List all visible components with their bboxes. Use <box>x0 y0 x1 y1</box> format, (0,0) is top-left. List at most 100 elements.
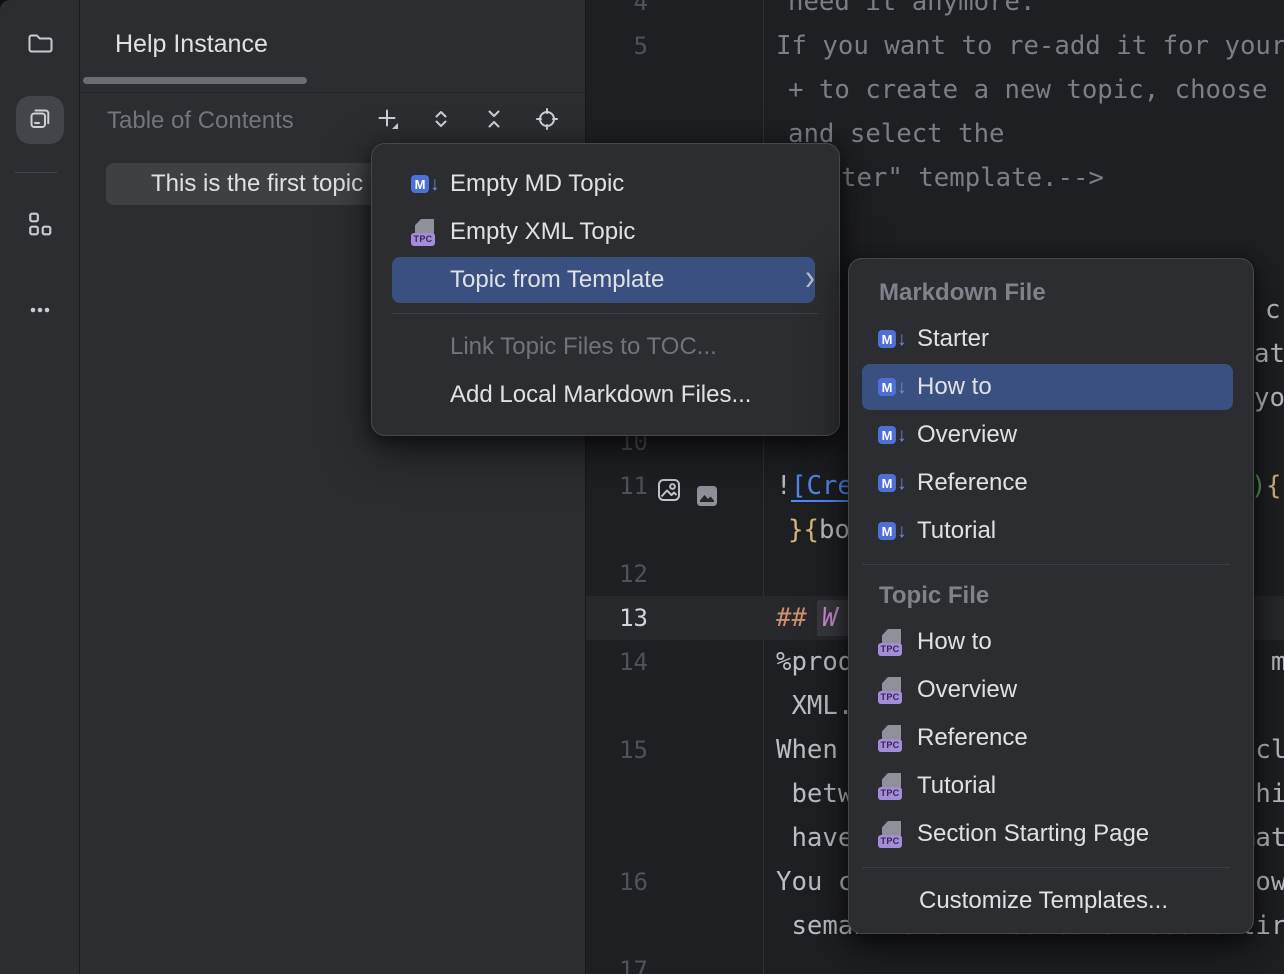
line-number: 16 <box>586 860 648 904</box>
menu-separator <box>392 313 819 314</box>
template-item-markdown-reference[interactable]: M↓ Reference <box>849 459 1253 507</box>
code-text: ter" template.--> <box>841 156 1104 200</box>
template-item-markdown-how-to[interactable]: M↓ How to <box>849 363 1253 411</box>
more-icon <box>26 296 54 329</box>
template-item-markdown-overview[interactable]: M↓ Overview <box>849 411 1253 459</box>
menu-item-label: Empty MD Topic <box>450 170 624 198</box>
menu-item-label: Empty XML Topic <box>450 218 635 246</box>
topic-file-icon: TPC <box>878 677 908 704</box>
markdown-file-icon: M↓ <box>878 330 908 349</box>
template-item-topic-tutorial[interactable]: TPC Tutorial <box>849 762 1253 810</box>
topic-from-template-submenu: Markdown FileM↓StarterM↓How toM↓Overview… <box>848 258 1254 934</box>
menu-item-label: Overview <box>917 676 1017 704</box>
code-text: c <box>1265 288 1280 332</box>
line-number: 12 <box>586 552 648 596</box>
locate-icon <box>535 107 559 136</box>
code-text: If you want to re-add it for your re <box>776 24 1284 68</box>
topic-file-icon: TPC <box>878 725 908 752</box>
toc-item-label: This is the first topic <box>151 163 363 205</box>
line-number: 4 <box>586 0 648 24</box>
menu-item-add-local-markdown-files[interactable]: Add Local Markdown Files... <box>372 371 839 419</box>
template-item-topic-how-to[interactable]: TPC How to <box>849 618 1253 666</box>
code-text: need it anymore. <box>788 0 1035 24</box>
stripe-button-folder[interactable] <box>16 21 64 69</box>
toolbar-button-collapse-all[interactable] <box>482 109 506 133</box>
menu-item-label: Reference <box>917 724 1028 752</box>
code-text: at <box>1254 332 1284 376</box>
line-number: 14 <box>586 640 648 684</box>
expand-all-icon <box>429 107 453 136</box>
markdown-file-icon: M↓ <box>878 474 908 493</box>
menu-item-label: Customize Templates... <box>919 887 1168 915</box>
toc-title: Table of Contents <box>107 107 294 135</box>
editor-wrapped-line: + to create a new topic, choose t <box>586 68 1284 112</box>
stripe-button-copies[interactable] <box>16 96 64 144</box>
copies-icon <box>26 104 54 137</box>
line-number: 11 <box>586 464 648 508</box>
topic-file-icon: TPC <box>878 821 908 848</box>
menu-item-link-topic-files-to-toc[interactable]: Link Topic Files to TOC... <box>372 323 839 371</box>
menu-item-label: Topic from Template <box>450 266 664 294</box>
markdown-file-icon: M↓ <box>878 522 908 541</box>
toolbar-button-locate[interactable] <box>535 109 559 133</box>
markdown-file-icon: M↓ <box>878 378 908 397</box>
markdown-file-icon: M↓ <box>878 426 908 445</box>
menu-item-label: How to <box>917 628 992 656</box>
menu-item-label: Add Local Markdown Files... <box>450 381 751 409</box>
template-item-topic-section-starting-page[interactable]: TPC Section Starting Page <box>849 810 1253 858</box>
template-item-topic-reference[interactable]: TPC Reference <box>849 714 1253 762</box>
menu-section-header-markdown-file: Markdown File <box>849 271 1253 315</box>
new-topic-context-menu: M↓ Empty MD Topic TPC Empty XML Topic Topic … <box>371 143 840 436</box>
toc-tree-item-selected[interactable]: This is the first topic <box>106 163 386 205</box>
folder-icon <box>26 29 54 62</box>
toolbar-button-add[interactable] <box>376 109 400 133</box>
code-text: ## <box>776 596 807 640</box>
stripe-button-more[interactable] <box>16 288 64 336</box>
markdown-file-icon: M↓ <box>411 175 441 194</box>
menu-section-header-topic-file: Topic File <box>849 574 1253 618</box>
line-number: 15 <box>586 728 648 772</box>
code-text: + to create a new topic, choose t <box>788 68 1284 112</box>
menu-item-label: Reference <box>917 469 1028 497</box>
app-window: 4 need it anymore. 5 If you want to re-add … <box>0 0 1284 974</box>
topic-file-icon: TPC <box>411 219 441 246</box>
editor-line-4: 4 need it anymore. <box>586 0 1284 24</box>
code-text: yo <box>1254 376 1284 420</box>
code-text: XML. <box>776 684 853 728</box>
code-text: }{ <box>788 508 819 552</box>
topic-file-icon: TPC <box>878 773 908 800</box>
menu-item-label: Tutorial <box>917 517 996 545</box>
code-text: ! <box>776 464 791 508</box>
menu-item-label: How to <box>917 373 992 401</box>
template-item-markdown-starter[interactable]: M↓Starter <box>849 315 1253 363</box>
editor-line-5: 5 If you want to re-add it for your re <box>586 24 1284 68</box>
stripe-button-structure[interactable] <box>16 202 64 250</box>
template-item-topic-overview[interactable]: TPC Overview <box>849 666 1253 714</box>
toc-toolbar <box>376 109 559 133</box>
menu-separator <box>862 564 1230 565</box>
editor-line-17: 17 <box>586 948 1284 974</box>
stripe-divider <box>15 172 57 173</box>
line-number: 13 <box>586 596 648 640</box>
structure-icon <box>27 211 53 242</box>
template-item-markdown-tutorial[interactable]: M↓ Tutorial <box>849 507 1253 555</box>
menu-item-label: Overview <box>917 421 1017 449</box>
line-number: 5 <box>586 24 648 68</box>
toolbar-button-expand-all[interactable] <box>429 109 453 133</box>
add-icon <box>376 107 400 136</box>
panel-header: Help Instance <box>80 0 585 93</box>
menu-item-empty-xml-topic[interactable]: TPC Empty XML Topic <box>372 208 839 256</box>
menu-item-label: Section Starting Page <box>917 820 1149 848</box>
code-text: bo <box>819 508 850 552</box>
tab-underline <box>83 77 307 84</box>
menu-item-topic-from-template[interactable]: Topic from Template › <box>372 256 839 304</box>
code-text: W <box>822 596 837 640</box>
menu-item-empty-md-topic[interactable]: M↓ Empty MD Topic <box>372 160 839 208</box>
topic-file-icon: TPC <box>878 629 908 656</box>
code-text: { <box>1266 464 1281 508</box>
submenu-arrow-icon: › <box>805 259 815 297</box>
panel-title: Help Instance <box>115 30 268 59</box>
collapse-all-icon <box>482 107 506 136</box>
menu-item-label: Tutorial <box>917 772 996 800</box>
menu-item-customize-templates[interactable]: Customize Templates... <box>849 877 1253 925</box>
